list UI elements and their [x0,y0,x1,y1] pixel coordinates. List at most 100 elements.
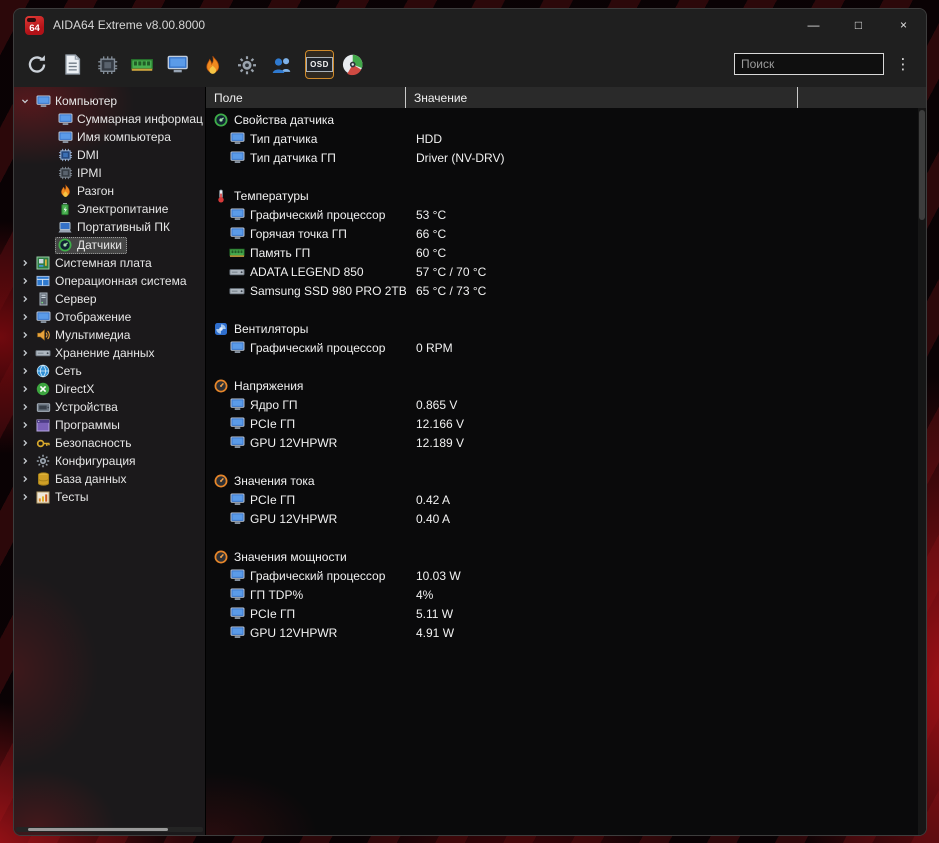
sidebar-item-config[interactable]: Конфигурация [14,452,205,470]
sidebar-item-computer-name[interactable]: Имя компьютера [14,128,205,146]
sidebar-horizontal-scrollbar[interactable] [16,827,203,832]
vertical-scrollbar[interactable] [918,108,926,835]
sidebar-item-server[interactable]: Сервер [14,290,205,308]
monitor-icon [165,53,188,75]
sensor-row[interactable]: Графический процессор 53 °C [206,205,926,224]
chevron-right-icon[interactable] [18,365,31,378]
sidebar-item-overclock[interactable]: Разгон [14,182,205,200]
sidebar-item-devices[interactable]: Устройства [14,398,205,416]
group-row-powers[interactable]: Значения мощности [206,547,926,566]
vertical-scrollbar-thumb[interactable] [919,110,925,220]
chevron-right-icon[interactable] [18,473,31,486]
group-label: Значения мощности [234,549,347,564]
chevron-right-icon[interactable] [18,275,31,288]
chevron-down-icon[interactable] [18,95,31,108]
sensor-panel-button[interactable] [341,51,368,78]
sidebar-item-label: Компьютер [55,94,118,108]
sensor-row[interactable]: Графический процессор 0 RPM [206,338,926,357]
field-label: Тип датчика [250,131,318,146]
monitor-icon [229,131,245,146]
sidebar-item-summary[interactable]: Суммарная информац [14,110,205,128]
chevron-right-icon[interactable] [18,293,31,306]
sensor-row[interactable]: Тип датчика ГП Driver (NV-DRV) [206,148,926,167]
sensor-row[interactable]: Тип датчика HDD [206,129,926,148]
group-row-temperatures[interactable]: Температуры [206,186,926,205]
sidebar-item-operating-system[interactable]: Операционная система [14,272,205,290]
close-button[interactable]: × [881,9,926,41]
sensor-row[interactable]: Ядро ГП 0.865 V [206,395,926,414]
sidebar-item-storage[interactable]: Хранение данных [14,344,205,362]
maximize-button[interactable]: □ [836,9,881,41]
monitor-icon [229,511,245,526]
sidebar-item-benchmarks[interactable]: Тесты [14,488,205,506]
sidebar-item-database[interactable]: База данных [14,470,205,488]
sidebar-item-display[interactable]: Отображение [14,308,205,326]
group-row-fans[interactable]: Вентиляторы [206,319,926,338]
sensor-row[interactable]: PCIe ГП 12.166 V [206,414,926,433]
cpuid-button[interactable] [96,51,123,78]
sidebar-item-sensors[interactable]: Датчики [14,236,205,254]
memory-benchmark-button[interactable] [131,51,158,78]
window-body: Компьютер Суммарная информац Имя компьютер… [14,87,926,835]
chevron-right-icon[interactable] [18,401,31,414]
sidebar-item-directx[interactable]: DirectX [14,380,205,398]
sidebar-item-security[interactable]: Безопасность [14,434,205,452]
sensor-row[interactable]: Samsung SSD 980 PRO 2TB 65 °C / 73 °C [206,281,926,300]
sensor-row[interactable]: PCIe ГП 0.42 A [206,490,926,509]
monitor-icon [229,226,245,241]
chevron-right-icon[interactable] [18,419,31,432]
window-controls: — □ × [791,9,926,41]
sidebar-item-label: Сервер [55,292,97,306]
sensor-row[interactable]: GPU 12VHPWR 4.91 W [206,623,926,642]
sidebar-item-portable-pc[interactable]: Портативный ПК [14,218,205,236]
sidebar-item-multimedia[interactable]: Мультимедиа [14,326,205,344]
osd-icon: OSD [306,56,333,72]
chevron-right-icon[interactable] [18,257,31,270]
search-input[interactable] [734,53,884,75]
community-button[interactable] [271,51,298,78]
column-header-field[interactable]: Поле [206,87,406,108]
chevron-right-icon[interactable] [18,383,31,396]
sidebar-item-computer[interactable]: Компьютер [14,92,205,110]
group-row-currents[interactable]: Значения тока [206,471,926,490]
sensor-row[interactable]: ГП TDP% 4% [206,585,926,604]
sensor-row[interactable]: Горячая точка ГП 66 °C [206,224,926,243]
osd-button[interactable]: OSD [305,49,334,79]
chevron-right-icon[interactable] [18,311,31,324]
drive-icon [229,283,245,298]
sidebar-item-network[interactable]: Сеть [14,362,205,380]
refresh-button[interactable] [26,51,53,78]
settings-button[interactable] [236,51,263,78]
drive-icon [229,264,245,279]
gpu-info-button[interactable] [166,51,193,78]
group-row-sensor-properties[interactable]: Свойства датчика [206,110,926,129]
sensor-row[interactable]: GPU 12VHPWR 0.40 A [206,509,926,528]
sidebar-item-ipmi[interactable]: IPMI [14,164,205,182]
overflow-menu-button[interactable]: ⋮ [892,55,914,73]
sidebar-item-motherboard[interactable]: Системная плата [14,254,205,272]
column-header-value[interactable]: Значение [406,87,798,108]
sidebar-item-programs[interactable]: Программы [14,416,205,434]
report-button[interactable] [61,51,88,78]
chevron-right-icon[interactable] [18,455,31,468]
os-icon [35,274,51,289]
sidebar-tree: Компьютер Суммарная информац Имя компьютер… [14,92,205,506]
sidebar-item-content: Тесты [33,489,93,506]
chevron-right-icon[interactable] [18,329,31,342]
stability-test-button[interactable] [201,51,228,78]
chevron-right-icon[interactable] [18,347,31,360]
chevron-right-icon[interactable] [18,491,31,504]
field-value: 0 RPM [416,340,453,355]
sidebar-horizontal-scrollbar-thumb[interactable] [28,828,168,831]
sensor-row[interactable]: Графический процессор 10.03 W [206,566,926,585]
group-row-voltages[interactable]: Напряжения [206,376,926,395]
sidebar-item-power[interactable]: Электропитание [14,200,205,218]
sensor-row[interactable]: GPU 12VHPWR 12.189 V [206,433,926,452]
sensor-row[interactable]: Память ГП 60 °C [206,243,926,262]
sidebar-item-dmi[interactable]: DMI [14,146,205,164]
sensor-row[interactable]: ADATA LEGEND 850 57 °C / 70 °C [206,262,926,281]
minimize-button[interactable]: — [791,9,836,41]
chevron-right-icon[interactable] [18,437,31,450]
sensor-row[interactable]: PCIe ГП 5.11 W [206,604,926,623]
